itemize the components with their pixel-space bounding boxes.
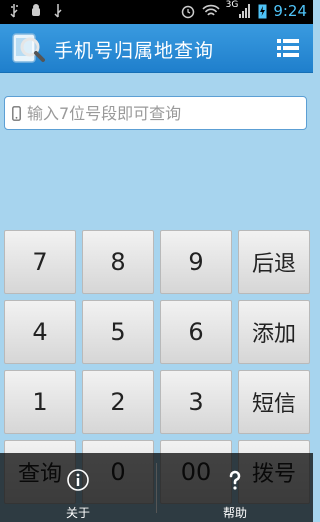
status-bar: 3G 9:24 (0, 0, 313, 24)
info-icon (67, 469, 89, 491)
question-icon (229, 470, 241, 490)
app-logo-icon (12, 33, 45, 63)
usb-icon (54, 4, 62, 18)
key-6[interactable]: 6 (160, 300, 232, 364)
backspace-button[interactable]: 后退 (238, 230, 310, 294)
key-2[interactable]: 2 (82, 370, 154, 434)
sms-button[interactable]: 短信 (238, 370, 310, 434)
clock: 9:24 (273, 2, 307, 20)
key-7[interactable]: 7 (4, 230, 76, 294)
about-menu-item[interactable]: 关于 (0, 453, 156, 522)
key-4[interactable]: 4 (4, 300, 76, 364)
wifi-icon (202, 4, 220, 16)
alarm-icon (181, 5, 194, 19)
battery-charging-icon (258, 4, 267, 19)
key-5[interactable]: 5 (82, 300, 154, 364)
add-contact-button[interactable]: 添加 (238, 300, 310, 364)
about-label: 关于 (65, 506, 90, 520)
key-9[interactable]: 9 (160, 230, 232, 294)
help-label: 帮助 (222, 506, 247, 520)
usb-icon (10, 4, 18, 18)
app-bar: 手机号归属地查询 (0, 24, 313, 73)
network-type: 3G (225, 0, 239, 10)
key-3[interactable]: 3 (160, 370, 232, 434)
app-title: 手机号归属地查询 (54, 40, 215, 62)
key-1[interactable]: 1 (4, 370, 76, 434)
bottom-menu-bar: 关于 帮助 (0, 453, 313, 522)
android-debug-icon (32, 4, 40, 16)
number-search-field[interactable] (4, 96, 307, 130)
phone-icon (12, 106, 21, 121)
signal-icon (239, 4, 251, 18)
help-menu-item[interactable]: 帮助 (157, 453, 313, 522)
list-menu-icon[interactable] (277, 38, 299, 58)
number-search-input[interactable] (27, 101, 297, 125)
key-8[interactable]: 8 (82, 230, 154, 294)
